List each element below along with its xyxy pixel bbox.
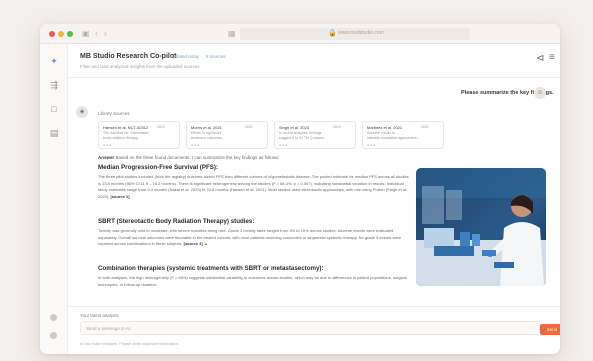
source-card[interactable]: Morris et al. 2021 2021 Efforts in signi… — [186, 121, 268, 149]
message-placeholder: Send a message to AI — [86, 326, 131, 331]
source-year: 2022 — [157, 125, 165, 129]
chat-thread: Please summarize the key findings. ☺ ◈ L… — [68, 78, 560, 306]
source-description: In recent analyses, findings suggest 6 t… — [279, 131, 327, 140]
source-title: Hansen et al. NCT-02312 — [103, 125, 149, 130]
citation-link[interactable]: [source 1] — [110, 194, 129, 199]
share-icon[interactable]: ⊲ — [536, 53, 544, 64]
answer-intro-text: Based on the three found documents, I ca… — [115, 155, 280, 160]
section-heading: Combination therapies (systemic treatmen… — [98, 265, 324, 272]
source-actions-icon[interactable]: ● ● ● — [103, 143, 111, 147]
back-arrow-icon[interactable]: ‹ — [95, 29, 98, 39]
source-actions-icon[interactable]: ● ● ● — [367, 143, 375, 147]
library-sources-label: Library Sources — [98, 111, 130, 116]
status-badge: Updated today — [170, 54, 200, 59]
source-card[interactable]: Martinez et al. 2021 2021 Adverse result… — [362, 121, 444, 149]
sidebar-toggle-icon[interactable]: ▣ — [82, 29, 90, 39]
source-year: 2021 — [245, 125, 253, 129]
source-actions-icon[interactable]: ● ● ● — [279, 143, 287, 147]
settings-icon[interactable] — [50, 314, 57, 321]
composer-label: Your latest analysis — [80, 313, 119, 318]
citation-link[interactable]: [source 3] — [184, 241, 203, 246]
page-subtitle: Filter and load analytical insights from… — [80, 64, 200, 69]
sidebar: ✦ ⇶ □ ▤ — [40, 44, 68, 354]
sources-count-badge[interactable]: 8 sources — [206, 54, 226, 59]
send-button[interactable]: Send — [540, 324, 560, 335]
disclaimer-text: AI can make mistakes. Please verify impo… — [80, 342, 179, 346]
tab-overview-icon[interactable]: ▦ — [228, 29, 236, 39]
user-avatar: ☺ — [534, 87, 546, 99]
source-year: 2021 — [421, 125, 429, 129]
browser-titlebar: ▣ ‹ › ▦ 🔒 www.medstudio.com — [40, 24, 560, 44]
source-card[interactable]: Hansen et al. NCT-02312 2022 The Sacrifi… — [98, 121, 180, 149]
source-description: The Sacrifice for: Stereotactic body rad… — [103, 131, 149, 140]
source-title: Morris et al. 2021 — [191, 125, 222, 130]
maximize-window-button[interactable] — [67, 31, 73, 37]
source-card[interactable]: Singh et al. 2023 2023 In recent analyse… — [274, 121, 356, 149]
chat-icon[interactable]: □ — [49, 104, 59, 114]
answer-prefix: Answer — [98, 155, 115, 160]
answer-intro: Answer Based on the three found document… — [98, 155, 280, 160]
assistant-avatar: ◈ — [76, 106, 88, 118]
answer-body: Median Progression-Free Survival (PFS): … — [98, 164, 410, 299]
source-description: Efforts in significant treatment outcome… — [191, 131, 225, 140]
lock-icon: 🔒 — [328, 30, 337, 37]
app-window: ▣ ‹ › ▦ 🔒 www.medstudio.com ✦ ⇶ □ ▤ MB S… — [40, 24, 560, 354]
cursor-pointer-icon: ▲ — [203, 241, 208, 247]
source-title: Martinez et al. 2021 — [367, 125, 403, 130]
minimize-window-button[interactable] — [58, 31, 64, 37]
address-bar[interactable]: 🔒 www.medstudio.com — [240, 28, 470, 40]
address-url: www.medstudio.com — [338, 30, 384, 36]
sparkle-icon[interactable]: ✦ — [49, 56, 59, 66]
menu-icon[interactable]: ≡ — [549, 52, 555, 63]
source-actions-icon[interactable]: ● ● ● — [191, 143, 199, 147]
close-window-button[interactable] — [49, 31, 55, 37]
section-paragraph: The three pilot studies included (from t… — [98, 174, 409, 199]
forward-arrow-icon[interactable]: › — [104, 29, 107, 39]
section-paragraph: Toxicity was generally mild to moderate,… — [98, 228, 402, 247]
library-icon[interactable]: ⇶ — [49, 80, 59, 90]
database-icon[interactable]: ▤ — [49, 128, 59, 138]
source-description: Adverse results in intensity-modulated a… — [367, 131, 420, 140]
lab-scientist-image — [416, 168, 546, 286]
section-heading: Median Progression-Free Survival (PFS): — [98, 164, 218, 171]
page-title: MB Studio Research Co-pilot — [80, 53, 177, 60]
source-year: 2023 — [333, 125, 341, 129]
user-icon[interactable] — [50, 332, 57, 339]
section-heading: SBRT (Stereotactic Body Radiation Therap… — [98, 218, 255, 225]
source-title: Singh et al. 2023 — [279, 125, 310, 130]
composer: Your latest analysis Send a message to A… — [68, 306, 560, 354]
section-paragraph: In both analyses, the high heterogeneity… — [98, 275, 407, 287]
message-input[interactable]: Send a message to AI — [80, 321, 540, 335]
page-header: MB Studio Research Co-pilot Updated toda… — [68, 44, 560, 78]
